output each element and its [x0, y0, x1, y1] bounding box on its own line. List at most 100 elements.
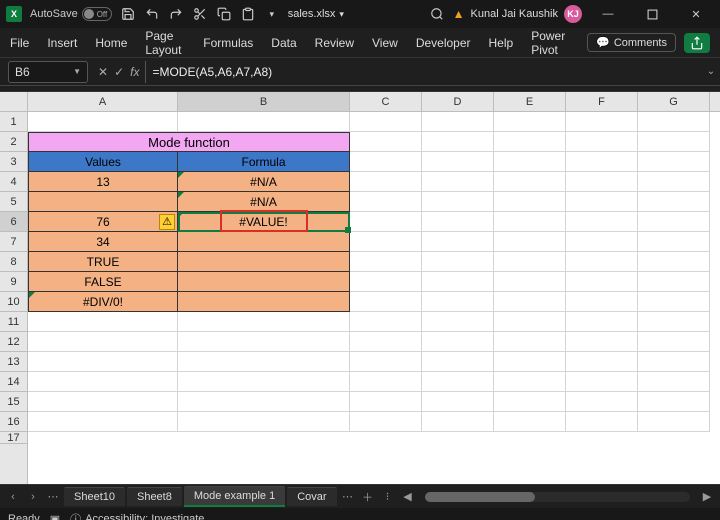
row-header-3[interactable]: 3 [0, 152, 27, 172]
cell-D12[interactable] [422, 332, 494, 352]
cell-D13[interactable] [422, 352, 494, 372]
sheet-tab[interactable]: Sheet8 [127, 487, 182, 506]
cell-A13[interactable] [28, 352, 178, 372]
cell-A4[interactable]: 13 [28, 172, 178, 192]
cut-icon[interactable] [192, 6, 208, 22]
ribbon-tab-insert[interactable]: Insert [47, 36, 77, 50]
cell-B10[interactable] [178, 292, 350, 312]
cell-D10[interactable] [422, 292, 494, 312]
cell-B15[interactable] [178, 392, 350, 412]
ribbon-tab-home[interactable]: Home [95, 36, 127, 50]
cell-F13[interactable] [566, 352, 638, 372]
accessibility-button[interactable]: ⓘ Accessibility: Investigate [70, 511, 204, 520]
cell-D16[interactable] [422, 412, 494, 432]
cell-D15[interactable] [422, 392, 494, 412]
horizontal-scrollbar[interactable] [425, 492, 690, 502]
cell-F16[interactable] [566, 412, 638, 432]
sheet-tab-active[interactable]: Mode example 1 [184, 486, 285, 507]
col-header-G[interactable]: G [638, 92, 710, 111]
cell-E10[interactable] [494, 292, 566, 312]
cell-D3[interactable] [422, 152, 494, 172]
cell-D14[interactable] [422, 372, 494, 392]
cell-F12[interactable] [566, 332, 638, 352]
copy-icon[interactable] [216, 6, 232, 22]
cell-B6[interactable]: #VALUE! [178, 212, 350, 232]
cancel-formula-icon[interactable]: ✕ [98, 65, 108, 79]
cell-C3[interactable] [350, 152, 422, 172]
cell-B12[interactable] [178, 332, 350, 352]
cell-merged-title[interactable]: Mode function [28, 132, 350, 152]
cell-F4[interactable] [566, 172, 638, 192]
cell-F5[interactable] [566, 192, 638, 212]
cell-C11[interactable] [350, 312, 422, 332]
row-header-11[interactable]: 11 [0, 312, 27, 332]
row-header-14[interactable]: 14 [0, 372, 27, 392]
cell-A8[interactable]: TRUE [28, 252, 178, 272]
cell-F14[interactable] [566, 372, 638, 392]
ribbon-tab-review[interactable]: Review [315, 36, 354, 50]
cell-F6[interactable] [566, 212, 638, 232]
cell-A3[interactable]: Values [28, 152, 178, 172]
sheet-nav-next-icon[interactable]: › [24, 488, 42, 506]
ribbon-tab-view[interactable]: View [372, 36, 398, 50]
cell-D9[interactable] [422, 272, 494, 292]
ribbon-tab-developer[interactable]: Developer [416, 36, 471, 50]
cell-C12[interactable] [350, 332, 422, 352]
cell-G12[interactable] [638, 332, 710, 352]
row-header-17[interactable]: 17 [0, 432, 27, 444]
cell-E12[interactable] [494, 332, 566, 352]
cell-D1[interactable] [422, 112, 494, 132]
paste-icon[interactable] [240, 6, 256, 22]
cell-C7[interactable] [350, 232, 422, 252]
cell-E11[interactable] [494, 312, 566, 332]
cell-D7[interactable] [422, 232, 494, 252]
cell-G3[interactable] [638, 152, 710, 172]
cell-F8[interactable] [566, 252, 638, 272]
cell-E9[interactable] [494, 272, 566, 292]
cell-G1[interactable] [638, 112, 710, 132]
cell-A7[interactable]: 34 [28, 232, 178, 252]
cell-G6[interactable] [638, 212, 710, 232]
cell-E13[interactable] [494, 352, 566, 372]
row-header-8[interactable]: 8 [0, 252, 27, 272]
cell-A12[interactable] [28, 332, 178, 352]
cell-C10[interactable] [350, 292, 422, 312]
new-sheet-button[interactable]: ＋ [359, 488, 377, 506]
cell-E8[interactable] [494, 252, 566, 272]
select-all-corner[interactable] [0, 92, 27, 112]
qat-dropdown-icon[interactable]: ▾ [264, 6, 280, 22]
cell-A9[interactable]: FALSE [28, 272, 178, 292]
ribbon-tab-file[interactable]: File [10, 36, 29, 50]
cell-F10[interactable] [566, 292, 638, 312]
ribbon-tab-help[interactable]: Help [489, 36, 514, 50]
cell-D11[interactable] [422, 312, 494, 332]
user-account[interactable]: ▲ Kunal Jai Kaushik KJ [453, 5, 582, 23]
sheet-tab[interactable]: Sheet10 [64, 487, 125, 506]
cell-A1[interactable] [28, 112, 178, 132]
cell-B13[interactable] [178, 352, 350, 372]
cell-B16[interactable] [178, 412, 350, 432]
cell-B11[interactable] [178, 312, 350, 332]
cell-E7[interactable] [494, 232, 566, 252]
cell-C15[interactable] [350, 392, 422, 412]
cell-G5[interactable] [638, 192, 710, 212]
cell-F3[interactable] [566, 152, 638, 172]
sheet-nav-prev-icon[interactable]: ‹ [4, 488, 22, 506]
cell-E14[interactable] [494, 372, 566, 392]
cell-B14[interactable] [178, 372, 350, 392]
formula-input[interactable]: =MODE(A5,A6,A7,A8) [145, 61, 702, 83]
cell-F2[interactable] [566, 132, 638, 152]
cell-F7[interactable] [566, 232, 638, 252]
cell-G9[interactable] [638, 272, 710, 292]
cell-F9[interactable] [566, 272, 638, 292]
cell-B7[interactable] [178, 232, 350, 252]
cell-A16[interactable] [28, 412, 178, 432]
cell-F15[interactable] [566, 392, 638, 412]
name-box[interactable]: B6 ▼ [8, 61, 88, 83]
cell-G15[interactable] [638, 392, 710, 412]
row-header-1[interactable]: 1 [0, 112, 27, 132]
row-header-9[interactable]: 9 [0, 272, 27, 292]
cell-E1[interactable] [494, 112, 566, 132]
row-header-4[interactable]: 4 [0, 172, 27, 192]
cell-E15[interactable] [494, 392, 566, 412]
